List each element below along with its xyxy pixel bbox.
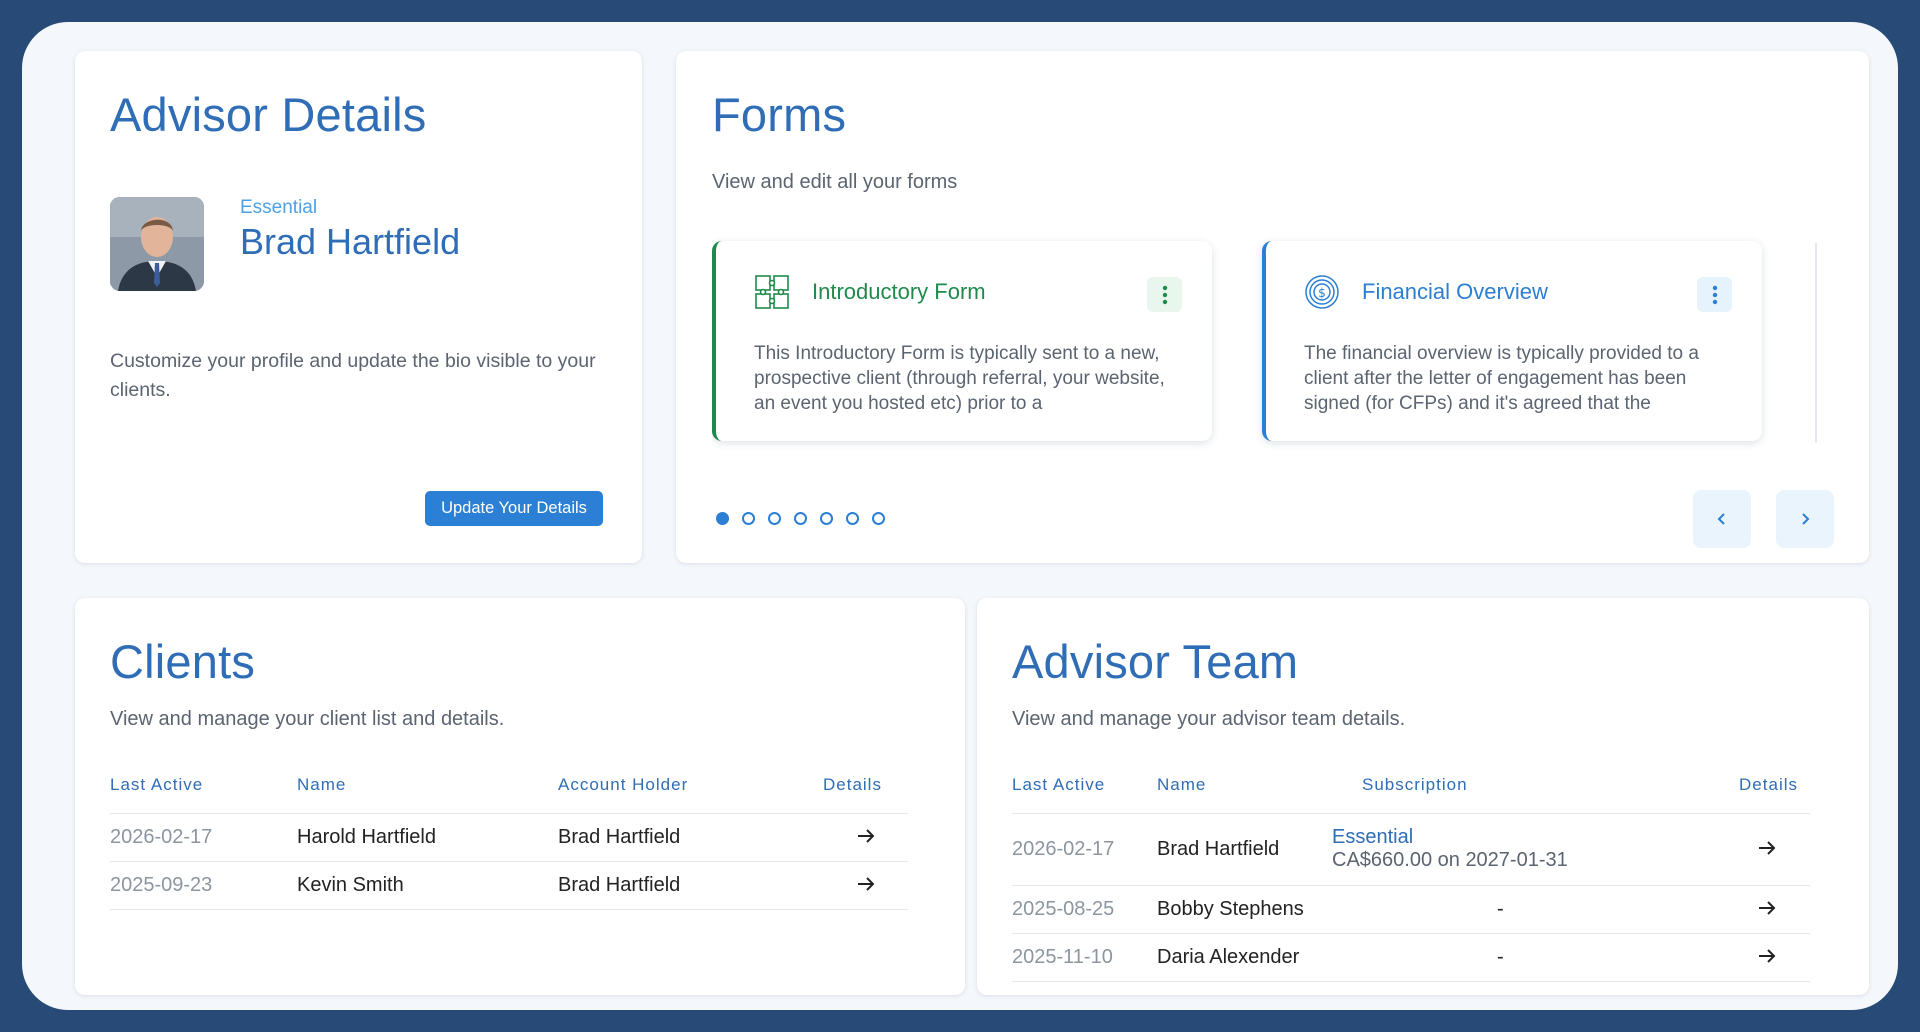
form-card-introductory[interactable]: Introductory Form This Introductory Form… — [712, 241, 1212, 441]
table-row: 2025-11-10 Daria Alexender - — [1012, 933, 1810, 982]
form-card-description: The financial overview is typically prov… — [1304, 343, 1699, 414]
advisor-description: Customize your profile and update the bi… — [110, 350, 596, 401]
clients-card: Clients View and manage your client list… — [75, 598, 965, 995]
subscription-price: CA$660.00 on 2027-01-31 — [1332, 849, 1568, 871]
form-card-description: This Introductory Form is typically sent… — [754, 343, 1165, 414]
kebab-icon — [1712, 285, 1717, 304]
advisor-name: Brad Hartfield — [240, 221, 461, 262]
arrow-right-icon[interactable] — [1758, 838, 1776, 861]
subscription-plan: Essential — [1332, 826, 1414, 848]
form-card-title: Financial Overview — [1362, 279, 1548, 304]
advisor-details-card: Advisor Details Essential Brad Hartfield… — [75, 51, 642, 563]
form-card-title: Introductory Form — [812, 279, 986, 304]
form-card-financial-overview[interactable]: $ Financial Overview The financial overv… — [1262, 241, 1762, 441]
forms-card: Forms View and edit all your forms Intro… — [676, 51, 1869, 563]
forms-title: Forms — [712, 88, 847, 141]
name-cell: Daria Alexender — [1157, 933, 1362, 982]
column-header: Name — [1157, 758, 1362, 814]
account-holder-cell: Brad Hartfield — [558, 813, 823, 862]
last-active-cell: 2025-08-25 — [1012, 885, 1157, 934]
chevron-left-icon — [1717, 513, 1725, 525]
subscription-cell: - — [1362, 885, 1710, 934]
advisor-team-card: Advisor Team View and manage your adviso… — [977, 598, 1869, 995]
advisor-team-table: Last Active Name Subscription Details 20… — [1012, 758, 1810, 982]
column-header: Last Active — [1012, 758, 1157, 814]
puzzle-icon — [754, 274, 790, 310]
app-frame: Advisor Details Essential Brad Hartfield… — [22, 22, 1898, 1010]
plan-label: Essential — [240, 197, 318, 218]
clients-title: Clients — [110, 635, 256, 688]
dollar-coin-icon: $ — [1304, 274, 1340, 310]
carousel-dot[interactable] — [742, 512, 755, 525]
update-details-button[interactable]: Update Your Details — [425, 491, 603, 526]
column-header: Subscription — [1362, 758, 1710, 814]
column-header: Account Holder — [558, 758, 823, 814]
clients-subtitle: View and manage your client list and det… — [110, 708, 505, 730]
chevron-right-icon — [1802, 513, 1810, 525]
last-active-cell: 2026-02-17 — [1012, 813, 1157, 886]
svg-text:$: $ — [1318, 286, 1326, 300]
column-header: Last Active — [110, 758, 297, 814]
table-row: 2026-02-17 Harold Hartfield Brad Hartfie… — [110, 813, 908, 862]
column-header: Name — [297, 758, 558, 814]
forms-carousel: Introductory Form This Introductory Form… — [712, 231, 1844, 491]
carousel-dot[interactable] — [846, 512, 859, 525]
name-cell: Harold Hartfield — [297, 813, 558, 862]
avatar — [110, 197, 204, 291]
name-cell: Kevin Smith — [297, 861, 558, 910]
advisor-details-title: Advisor Details — [110, 88, 427, 141]
clients-table: Last Active Name Account Holder Details … — [110, 758, 908, 910]
arrow-right-icon[interactable] — [1758, 946, 1776, 969]
carousel-prev-button[interactable] — [1693, 490, 1751, 548]
last-active-cell: 2025-09-23 — [110, 861, 297, 910]
last-active-cell: 2025-11-10 — [1012, 933, 1157, 982]
arrow-right-icon[interactable] — [857, 826, 875, 849]
carousel-dot[interactable] — [768, 512, 781, 525]
carousel-pagination — [716, 512, 885, 525]
carousel-next-button[interactable] — [1776, 490, 1834, 548]
arrow-right-icon[interactable] — [1758, 898, 1776, 921]
table-header-row: Last Active Name Account Holder Details — [110, 758, 908, 814]
table-row: 2025-08-25 Bobby Stephens - — [1012, 885, 1810, 934]
form-card-menu-button[interactable] — [1147, 277, 1182, 312]
next-form-card-peek — [1815, 243, 1844, 443]
last-active-cell: 2026-02-17 — [110, 813, 297, 862]
account-holder-cell: Brad Hartfield — [558, 861, 823, 910]
table-header-row: Last Active Name Subscription Details — [1012, 758, 1810, 814]
carousel-dot[interactable] — [794, 512, 807, 525]
form-card-menu-button[interactable] — [1697, 277, 1732, 312]
name-cell: Bobby Stephens — [1157, 885, 1362, 934]
table-row: 2025-09-23 Kevin Smith Brad Hartfield — [110, 861, 908, 910]
carousel-dot[interactable] — [872, 512, 885, 525]
column-header: Details — [823, 758, 908, 814]
table-row: 2026-02-17 Brad Hartfield Essential CA$6… — [1012, 813, 1810, 886]
carousel-dot[interactable] — [820, 512, 833, 525]
forms-subtitle: View and edit all your forms — [712, 171, 958, 193]
subscription-cell: - — [1362, 933, 1710, 982]
subscription-cell: Essential CA$660.00 on 2027-01-31 — [1332, 813, 1710, 886]
arrow-right-icon[interactable] — [857, 874, 875, 897]
column-header: Details — [1710, 758, 1810, 814]
advisor-team-title: Advisor Team — [1012, 635, 1299, 688]
kebab-icon — [1162, 285, 1167, 304]
advisor-team-subtitle: View and manage your advisor team detail… — [1012, 708, 1406, 730]
carousel-dot[interactable] — [716, 512, 729, 525]
